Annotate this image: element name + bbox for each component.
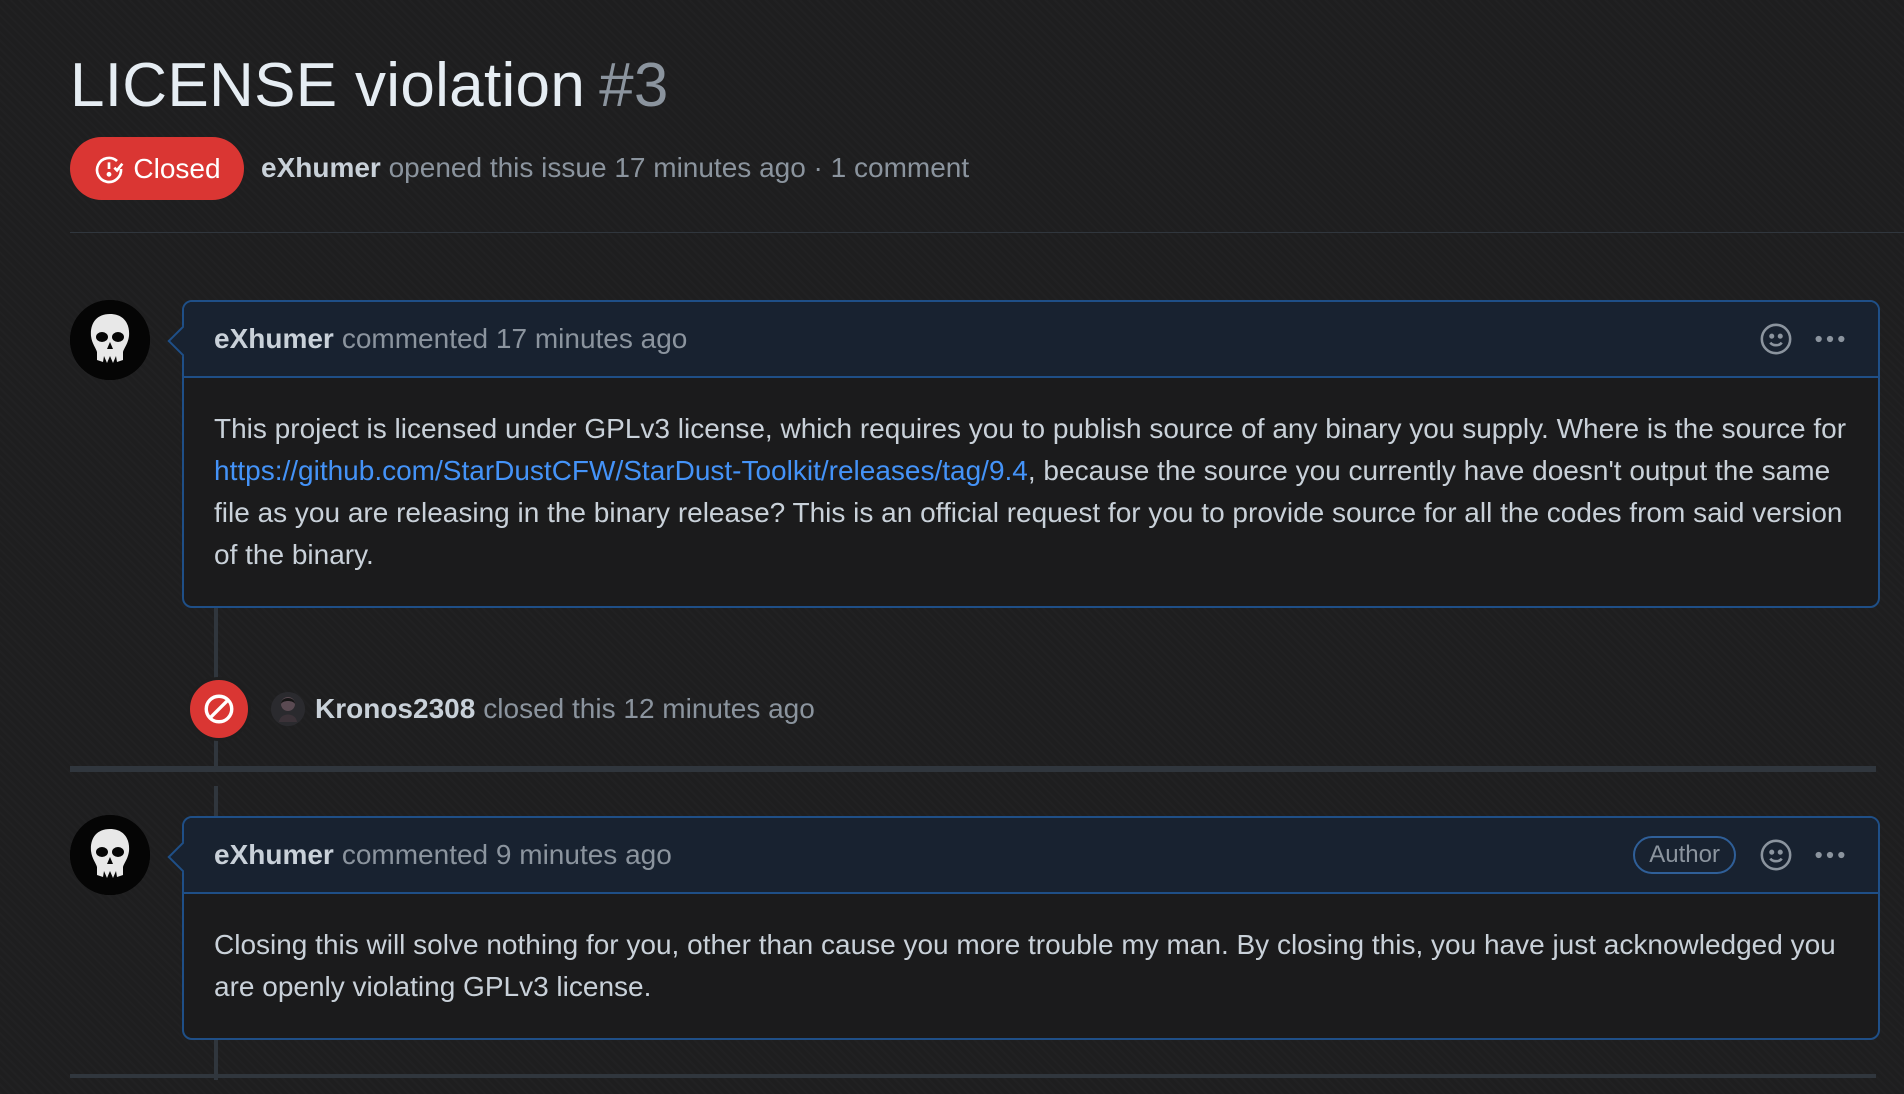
timeline-divider xyxy=(70,1074,1876,1078)
comment-body-text: Closing this will solve nothing for you,… xyxy=(214,929,1836,1002)
comment-body: This project is licensed under GPLv3 lic… xyxy=(184,378,1878,606)
avatar[interactable] xyxy=(70,815,150,895)
reaction-button[interactable] xyxy=(1758,321,1794,357)
user-avatar-icon xyxy=(271,692,305,726)
issue-title-text: LICENSE violation xyxy=(70,51,586,120)
issue-state-badge: Closed xyxy=(70,137,244,200)
author-badge: Author xyxy=(1633,836,1736,874)
issue-meta-text: opened this issue 17 minutes ago · 1 com… xyxy=(388,152,970,183)
circle-slash-icon xyxy=(204,694,234,724)
issue-state-label: Closed xyxy=(133,152,221,184)
comment-body: Closing this will solve nothing for you,… xyxy=(184,894,1878,1038)
comment-time-link[interactable]: 17 minutes ago xyxy=(496,323,687,355)
issue-title: LICENSE violation #3 xyxy=(70,50,669,121)
comment-header: eXhumer commented 17 minutes ago xyxy=(184,302,1878,378)
issue-meta: eXhumer opened this issue 17 minutes ago… xyxy=(261,152,969,184)
timeline-line xyxy=(214,786,218,816)
comment-body-text: This project is licensed under GPLv3 lic… xyxy=(214,413,1847,444)
comment-options-button[interactable] xyxy=(1812,321,1848,357)
comment-author-link[interactable]: eXhumer xyxy=(214,839,334,871)
comment-time-link[interactable]: 9 minutes ago xyxy=(496,839,672,871)
kebab-horizontal-icon xyxy=(1815,335,1845,343)
skull-avatar-icon xyxy=(70,815,150,895)
timeline-divider xyxy=(70,766,1876,772)
smiley-icon xyxy=(1760,323,1792,355)
comment-options-button[interactable] xyxy=(1812,837,1848,873)
actor-avatar[interactable] xyxy=(271,692,305,726)
comment-author-link[interactable]: eXhumer xyxy=(214,323,334,355)
event-actor-link[interactable]: Kronos2308 xyxy=(315,693,475,725)
avatar[interactable] xyxy=(70,300,150,380)
release-link[interactable]: https://github.com/StarDustCFW/StarDust-… xyxy=(214,455,1028,486)
kebab-horizontal-icon xyxy=(1815,851,1845,859)
comment-action: commented xyxy=(341,839,489,870)
issue-closed-icon xyxy=(96,156,124,183)
issue-opener-link[interactable]: eXhumer xyxy=(261,152,381,183)
issue-number: #3 xyxy=(599,51,669,120)
comment-header: eXhumer commented 9 minutes ago Author xyxy=(184,818,1878,894)
skull-avatar-icon xyxy=(70,300,150,380)
issue-page: LICENSE violation #3 Closed eXhumer opene… xyxy=(0,0,1904,1094)
comment-action: commented xyxy=(341,323,489,354)
reaction-button[interactable] xyxy=(1758,837,1794,873)
event-text: closed this 12 minutes ago xyxy=(483,693,815,724)
comment-card: eXhumer commented 17 minutes ago This pr… xyxy=(167,300,1880,608)
event-icon-badge xyxy=(187,677,251,741)
comment-card: eXhumer commented 9 minutes ago Author C… xyxy=(167,816,1880,1040)
header-divider xyxy=(70,232,1904,233)
close-event: Kronos2308 closed this 12 minutes ago xyxy=(187,677,815,741)
smiley-icon xyxy=(1760,839,1792,871)
